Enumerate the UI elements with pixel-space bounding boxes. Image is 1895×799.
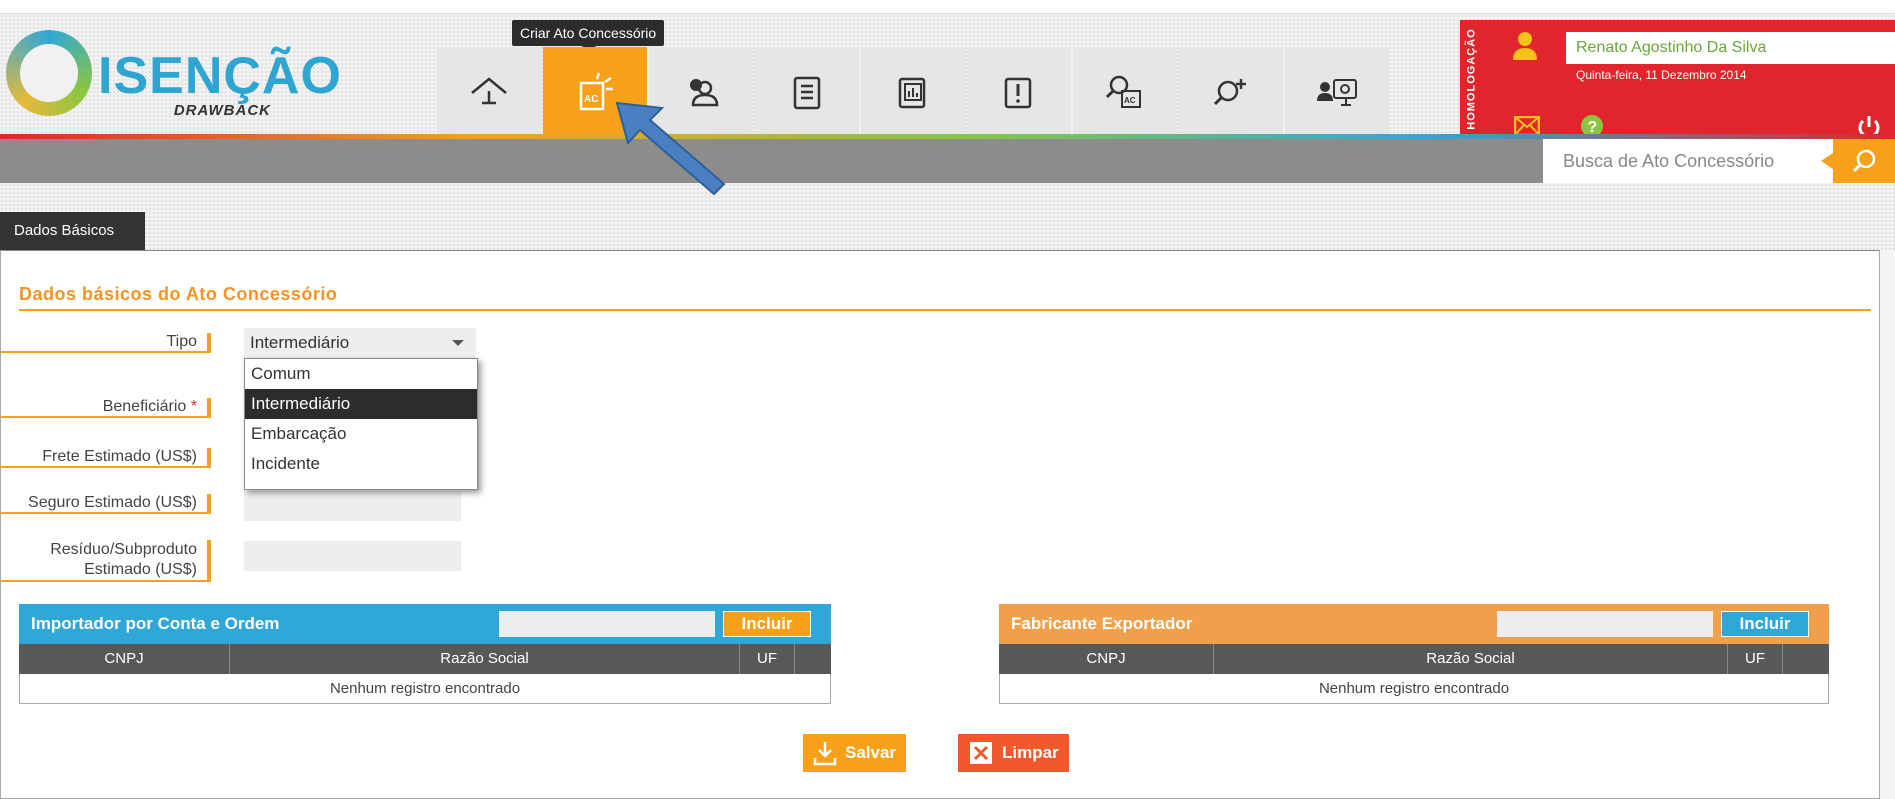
clipboard-icon xyxy=(793,76,821,110)
nav-search-plus-button[interactable] xyxy=(1179,47,1283,137)
importador-empty-message: Nenhum registro encontrado xyxy=(19,674,831,704)
search-ac-icon: AC xyxy=(1105,75,1141,108)
annotation-arrow-icon xyxy=(615,101,726,196)
chevron-down-icon xyxy=(452,340,464,346)
column-header[interactable]: CNPJ xyxy=(19,644,230,674)
save-button[interactable]: Salvar xyxy=(803,734,907,772)
svg-text:AC: AC xyxy=(1124,96,1136,105)
fabricante-empty-message: Nenhum registro encontrado xyxy=(999,674,1829,704)
column-header[interactable]: UF xyxy=(1728,644,1783,674)
alert-doc-icon xyxy=(1004,77,1032,109)
section-divider xyxy=(19,309,1871,311)
frete-label-text: Frete Estimado (US$) xyxy=(42,448,197,465)
residuo-label-line2: Estimado (US$) xyxy=(84,561,197,578)
user-name[interactable]: Renato Agostinho Da Silva xyxy=(1566,32,1895,64)
environment-badge: HOMOLOGAÇÃO xyxy=(1460,20,1484,138)
nav-home-button[interactable] xyxy=(437,47,541,137)
main-content: Dados básicos do Ato Concessório Tipo In… xyxy=(0,250,1880,799)
tipo-option[interactable]: Comum xyxy=(245,359,477,389)
importador-include-button[interactable]: Incluir xyxy=(723,611,811,637)
logo-subtitle: DRAWBACK xyxy=(173,102,271,119)
column-header[interactable]: Razão Social xyxy=(1214,644,1728,674)
search-icon xyxy=(1852,149,1876,173)
beneficiario-label-text: Beneficiário xyxy=(102,398,187,415)
fabricante-table-header: CNPJ Razão Social UF xyxy=(999,644,1829,674)
importador-search-input[interactable] xyxy=(499,611,715,637)
column-header[interactable]: UF xyxy=(740,644,795,674)
user-avatar-icon xyxy=(1513,32,1537,60)
required-marker: * xyxy=(190,398,197,415)
nav-alert-doc-button[interactable] xyxy=(967,47,1071,137)
residuo-input[interactable] xyxy=(244,541,461,571)
tipo-label: Tipo xyxy=(1,333,211,353)
mail-icon[interactable] xyxy=(1514,116,1540,136)
fabricante-include-button[interactable]: Incluir xyxy=(1721,611,1809,637)
nav-report-button[interactable] xyxy=(861,47,965,137)
nav-settings-user-button[interactable] xyxy=(1285,47,1389,137)
logo-ring-icon xyxy=(6,30,92,116)
home-icon xyxy=(471,77,507,105)
save-button-label: Salvar xyxy=(845,743,897,762)
seguro-label-text: Seguro Estimado (US$) xyxy=(28,494,197,511)
seguro-label: Seguro Estimado (US$) xyxy=(0,494,211,514)
residuo-label: Resíduo/Subproduto Estimado (US$) xyxy=(1,540,211,582)
tipo-selected-value: Intermediário xyxy=(250,333,350,352)
top-strip xyxy=(0,0,1895,14)
clear-button[interactable]: Limpar xyxy=(958,734,1069,772)
close-icon xyxy=(970,742,992,764)
search-input[interactable]: Busca de Ato Concessório xyxy=(1543,139,1833,183)
residuo-label-line1: Resíduo/Subproduto xyxy=(50,541,197,558)
clear-button-label: Limpar xyxy=(1002,743,1059,762)
tipo-select[interactable]: Intermediário xyxy=(244,328,476,358)
user-panel: Renato Agostinho Da Silva Quinta-feira, … xyxy=(1484,20,1895,139)
fabricante-panel: Fabricante Exportador Incluir CNPJ Razão… xyxy=(999,604,1829,710)
user-panel-toolbar xyxy=(1484,100,1895,138)
importador-panel: Importador por Conta e Ordem Incluir CNP… xyxy=(19,604,831,710)
tipo-dropdown[interactable]: Comum Intermediário Embarcação Incidente xyxy=(244,358,478,490)
section-title: Dados básicos do Ato Concessório xyxy=(19,284,338,304)
column-header[interactable]: CNPJ xyxy=(999,644,1214,674)
beneficiario-label: Beneficiário * xyxy=(1,398,211,418)
search-plus-icon xyxy=(1213,79,1246,106)
nav-clipboard-button[interactable] xyxy=(755,47,859,137)
tipo-option-selected[interactable]: Intermediário xyxy=(245,389,477,419)
download-icon xyxy=(813,742,837,766)
tipo-option[interactable]: Incidente xyxy=(245,449,477,479)
column-header[interactable]: Razão Social xyxy=(230,644,740,674)
logo-title: ISENÇÃO xyxy=(98,47,342,105)
frete-label: Frete Estimado (US$) xyxy=(0,448,211,468)
tipo-label-text: Tipo xyxy=(166,333,197,350)
tipo-option[interactable]: Embarcação xyxy=(245,419,477,449)
search-button[interactable] xyxy=(1821,139,1895,183)
fabricante-search-input[interactable] xyxy=(1497,611,1713,637)
nav-search-ac-button[interactable]: AC xyxy=(1073,47,1177,137)
current-date: Quinta-feira, 11 Dezembro 2014 xyxy=(1576,68,1747,82)
importador-table-header: CNPJ Razão Social UF xyxy=(19,644,831,674)
environment-badge-label: HOMOLOGAÇÃO xyxy=(1466,28,1479,130)
svg-text:AC: AC xyxy=(584,94,598,105)
tab-dados-basicos[interactable]: Dados Básicos xyxy=(0,212,145,259)
tab-bar xyxy=(0,183,1895,250)
report-icon xyxy=(898,77,926,109)
nav-tooltip: Criar Ato Concessório xyxy=(512,20,665,53)
seguro-input[interactable] xyxy=(244,491,461,521)
app-logo[interactable]: ISENÇÃO DRAWBACK xyxy=(6,30,341,130)
settings-user-icon xyxy=(1317,79,1357,106)
